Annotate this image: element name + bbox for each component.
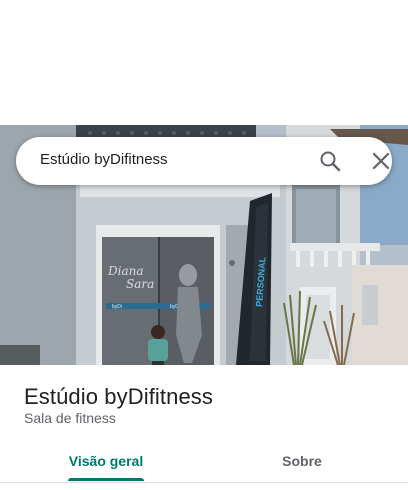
tab-about[interactable]: Sobre	[236, 440, 368, 482]
place-title: Estúdio byDifitness	[24, 384, 213, 409]
active-tab-indicator	[68, 478, 144, 481]
search-icon[interactable]	[318, 149, 342, 173]
close-icon[interactable]	[369, 149, 393, 173]
search-bar[interactable]: Estúdio byDifitness	[16, 137, 392, 185]
tab-overview[interactable]: Visão geral	[40, 440, 172, 482]
tab-bar: Visão geral Sobre	[0, 440, 408, 482]
tabs-divider	[0, 482, 408, 483]
place-category: Sala de fitness	[24, 410, 116, 426]
search-input[interactable]: Estúdio byDifitness	[40, 151, 168, 168]
